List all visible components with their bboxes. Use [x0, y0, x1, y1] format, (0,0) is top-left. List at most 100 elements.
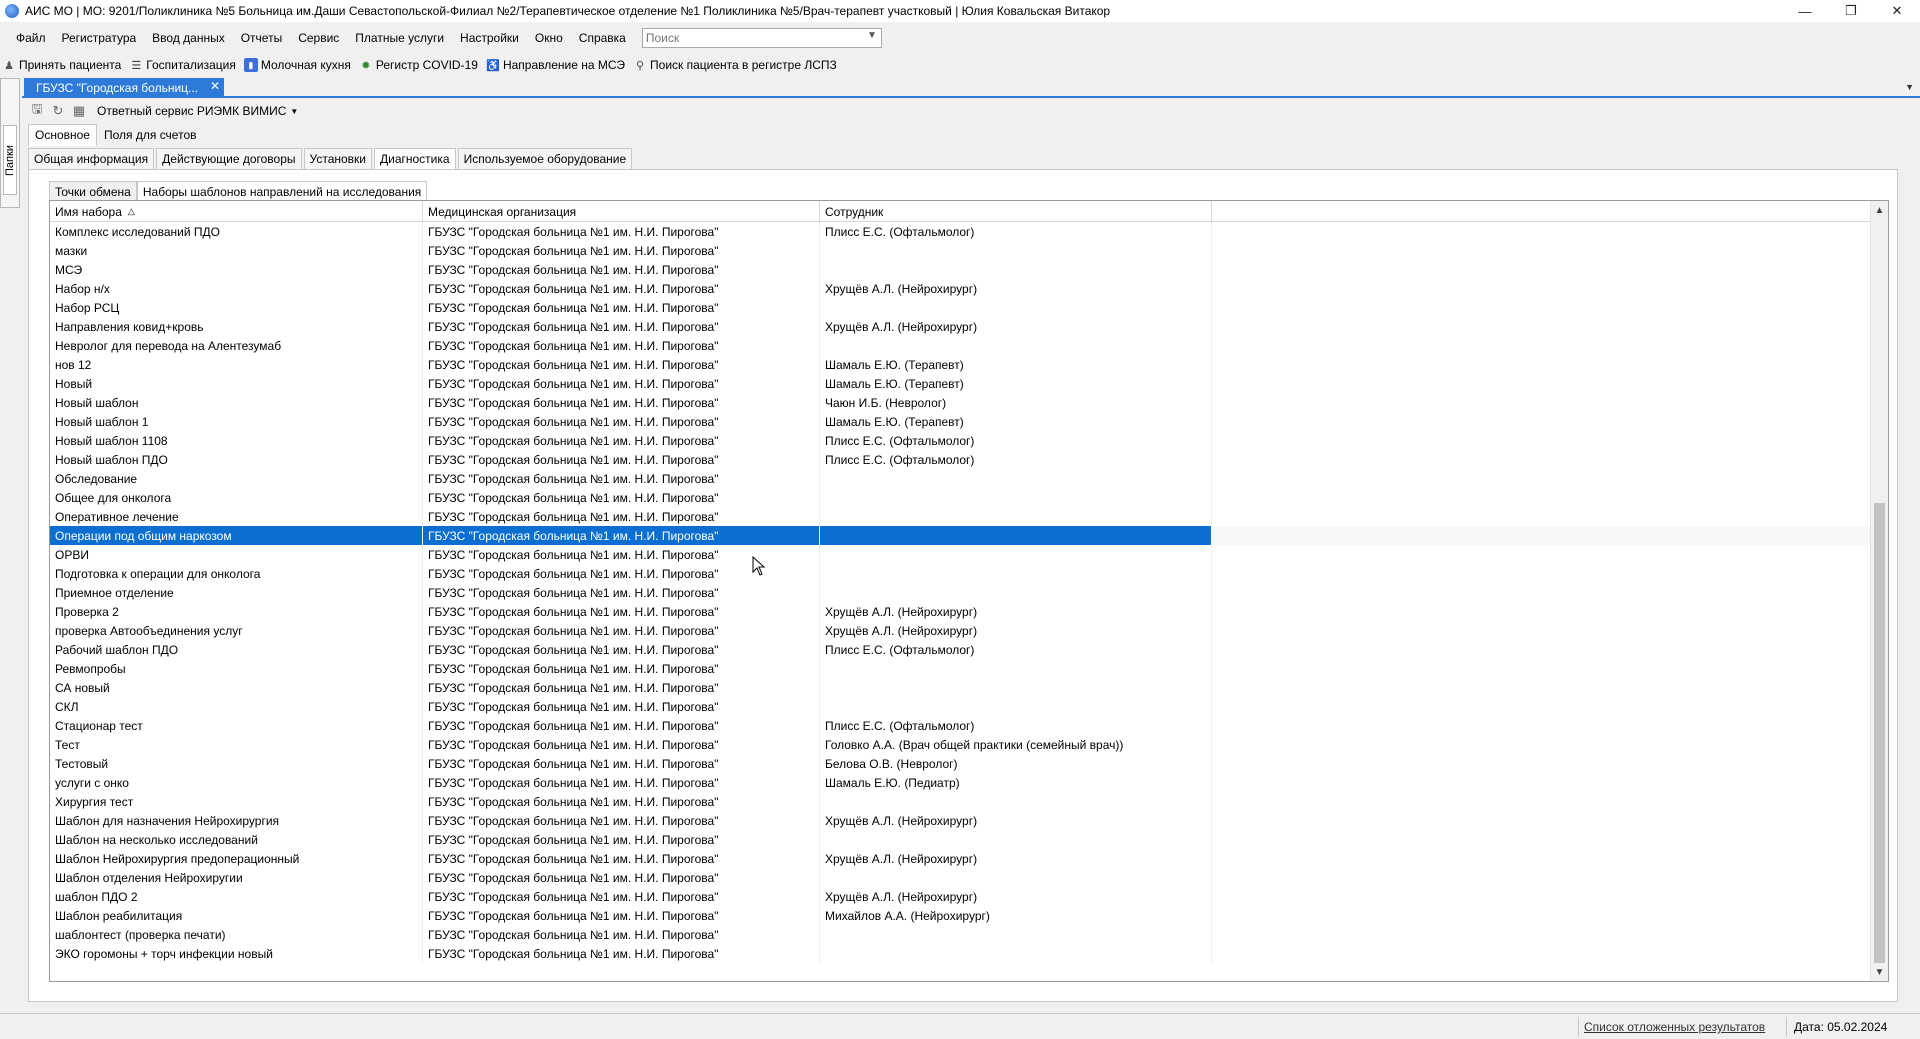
table-row[interactable]: Новый шаблон ПДО ГБУЗС "Городская больниц…	[50, 450, 1870, 469]
table-row[interactable]: нов 12 ГБУЗС "Городская больница №1 им. Н…	[50, 355, 1870, 374]
menu-data-entry[interactable]: Ввод данных	[144, 31, 233, 45]
tab-active-contracts[interactable]: Действующие договоры	[156, 148, 302, 169]
table-row[interactable]: мазки ГБУЗС "Городская больница №1 им. Н.…	[50, 241, 1870, 260]
cell-filler	[1212, 355, 1870, 374]
tab-main[interactable]: Основное	[28, 124, 97, 146]
hospitalization-label: Госпитализация	[146, 58, 236, 72]
table-row[interactable]: услуги с онко ГБУЗС "Городская больница №…	[50, 773, 1870, 792]
cell-organization: ГБУЗС "Городская больница №1 им. Н.И. Пи…	[423, 773, 820, 792]
cell-employee	[820, 830, 1212, 849]
service-dropdown[interactable]: Ответный сервис РИЭМК ВИМИС ▼	[97, 104, 298, 118]
tab-installations[interactable]: Установки	[303, 148, 372, 169]
cell-filler	[1212, 488, 1870, 507]
search-input[interactable]	[642, 29, 853, 47]
table-row[interactable]: Набор РСЦ ГБУЗС "Городская больница №1 им…	[50, 298, 1870, 317]
search-combobox[interactable]: ▼	[641, 28, 882, 48]
scroll-down-icon[interactable]: ▼	[1871, 963, 1888, 981]
deferred-results-link[interactable]: Список отложенных результатов	[1584, 1020, 1765, 1034]
table-row[interactable]: Новый шаблон ГБУЗС "Городская больница №1…	[50, 393, 1870, 412]
cell-employee: Шамаль Е.Ю. (Терапевт)	[820, 374, 1212, 393]
menu-window[interactable]: Окно	[527, 31, 571, 45]
table-row[interactable]: Комплекс исследований ПДО ГБУЗС "Городска…	[50, 222, 1870, 241]
chevron-down-icon[interactable]: ▼	[1905, 82, 1914, 92]
table-row[interactable]: Приемное отделение ГБУЗС "Городская больн…	[50, 583, 1870, 602]
vertical-scrollbar[interactable]: ▲ ▼	[1870, 201, 1888, 981]
table-row[interactable]: Шаблон отделения Нейрохиругии ГБУЗС "Горо…	[50, 868, 1870, 887]
table-row[interactable]: Операции под общим наркозом ГБУЗС "Городс…	[50, 526, 1870, 545]
menu-settings[interactable]: Настройки	[452, 31, 527, 45]
table-row[interactable]: Хирургия тест ГБУЗС "Городская больница №…	[50, 792, 1870, 811]
table-row[interactable]: ОРВИ ГБУЗС "Городская больница №1 им. Н.И…	[50, 545, 1870, 564]
column-header-label: Имя набора	[55, 204, 122, 219]
table-row[interactable]: Стационар тест ГБУЗС "Городская больница …	[50, 716, 1870, 735]
column-header-organization[interactable]: Медицинская организация	[423, 201, 820, 222]
find-patient-lspz-button[interactable]: ⚲ Поиск пациента в регистре ЛСПЗ	[633, 58, 837, 72]
covid-registry-button[interactable]: ✹ Регистр COVID-19	[359, 58, 478, 72]
table-row[interactable]: Новый шаблон 1 ГБУЗС "Городская больница …	[50, 412, 1870, 431]
scroll-up-icon[interactable]: ▲	[1871, 201, 1888, 219]
table-row[interactable]: МСЭ ГБУЗС "Городская больница №1 им. Н.И.…	[50, 260, 1870, 279]
tab-billing-fields[interactable]: Поля для счетов	[97, 124, 204, 146]
refresh-icon[interactable]: ↻	[49, 102, 67, 120]
table-row[interactable]: Невролог для перевода на Алентезумаб ГБУЗ…	[50, 336, 1870, 355]
menu-file[interactable]: Файл	[8, 31, 54, 45]
scrollbar-thumb[interactable]	[1874, 503, 1885, 963]
table-row[interactable]: Шаблон реабилитация ГБУЗС "Городская боль…	[50, 906, 1870, 925]
table-row[interactable]: Шаблон Нейрохирургия предоперационный ГБУ…	[50, 849, 1870, 868]
template-sets-grid[interactable]: Имя набора △ Медицинская организация Сот…	[49, 200, 1889, 982]
table-row[interactable]: Рабочий шаблон ПДО ГБУЗС "Городская больн…	[50, 640, 1870, 659]
maximize-button[interactable]: ❐	[1828, 0, 1874, 22]
cell-set-name: Шаблон Нейрохирургия предоперационный	[50, 849, 423, 868]
table-row[interactable]: Тест ГБУЗС "Городская больница №1 им. Н.И…	[50, 735, 1870, 754]
chevron-down-icon[interactable]: ▼	[867, 30, 877, 41]
table-row[interactable]: СА новый ГБУЗС "Городская больница №1 им.…	[50, 678, 1870, 697]
virus-icon: ✹	[361, 59, 371, 72]
column-header-employee[interactable]: Сотрудник	[820, 201, 1212, 222]
table-row[interactable]: Новый ГБУЗС "Городская больница №1 им. Н.…	[50, 374, 1870, 393]
table-row[interactable]: Обследование ГБУЗС "Городская больница №1…	[50, 469, 1870, 488]
tab-diagnostics[interactable]: Диагностика	[374, 148, 456, 176]
menu-paid-services[interactable]: Платные услуги	[347, 31, 452, 45]
close-icon[interactable]: ✕	[210, 79, 220, 93]
mse-referral-button[interactable]: ♿ Направление на МСЭ	[486, 58, 625, 72]
table-row[interactable]: ЭКО горомоны + торч инфекции новый ГБУЗС …	[50, 944, 1870, 963]
minimize-button[interactable]: —	[1782, 0, 1828, 22]
tab-exchange-points[interactable]: Точки обмена	[49, 181, 137, 202]
table-row[interactable]: Направления ковид+кровь ГБУЗС "Городская …	[50, 317, 1870, 336]
menu-registry[interactable]: Регистратура	[54, 31, 145, 45]
table-row[interactable]: Новый шаблон 1108 ГБУЗС "Городская больни…	[50, 431, 1870, 450]
table-row[interactable]: Шаблон для назначения Нейрохирургия ГБУЗС…	[50, 811, 1870, 830]
menu-reports[interactable]: Отчеты	[233, 31, 290, 45]
table-row[interactable]: Общее для онколога ГБУЗС "Городская больн…	[50, 488, 1870, 507]
table-row[interactable]: проверка Автообъединения услуг ГБУЗС "Гор…	[50, 621, 1870, 640]
table-row[interactable]: Тестовый ГБУЗС "Городская больница №1 им.…	[50, 754, 1870, 773]
milk-kitchen-button[interactable]: ▮ Молочная кухня	[243, 58, 351, 72]
table-row[interactable]: Проверка 2 ГБУЗС "Городская больница №1 и…	[50, 602, 1870, 621]
column-header-set-name[interactable]: Имя набора △	[50, 201, 423, 222]
cell-set-name: Подготовка к операции для онколога	[50, 564, 423, 583]
status-separator	[1578, 1017, 1579, 1037]
wheelchair-icon: ♿	[486, 59, 500, 72]
folders-tab[interactable]: Папки	[3, 125, 17, 195]
table-row[interactable]: шаблонтест (проверка печати) ГБУЗС "Город…	[50, 925, 1870, 944]
accept-patient-button[interactable]: ♟ Принять пациента	[2, 58, 121, 72]
table-row[interactable]: Ревмопробы ГБУЗС "Городская больница №1 и…	[50, 659, 1870, 678]
close-window-button[interactable]: ✕	[1874, 0, 1920, 22]
table-row[interactable]: Шаблон на несколько исследований ГБУЗС "Г…	[50, 830, 1870, 849]
table-row[interactable]: шаблон ПДО 2 ГБУЗС "Городская больница №1…	[50, 887, 1870, 906]
menu-service[interactable]: Сервис	[290, 31, 347, 45]
hospitalization-button[interactable]: ☰ Госпитализация	[129, 58, 236, 72]
cell-employee	[820, 583, 1212, 602]
document-tab[interactable]: ГБУЗС "Городская больниц... ✕	[24, 78, 224, 97]
menu-help[interactable]: Справка	[571, 31, 634, 45]
settings-grid-icon[interactable]: ▦	[70, 102, 88, 120]
save-icon[interactable]: 🖫	[28, 101, 46, 120]
tab-referral-template-sets[interactable]: Наборы шаблонов направлений на исследова…	[136, 181, 428, 209]
tab-equipment[interactable]: Используемое оборудование	[457, 148, 633, 169]
table-row[interactable]: Подготовка к операции для онколога ГБУЗС …	[50, 564, 1870, 583]
tab-general-info[interactable]: Общая информация	[28, 148, 155, 169]
table-row[interactable]: Оперативное лечение ГБУЗС "Городская боль…	[50, 507, 1870, 526]
cell-set-name: Новый шаблон ПДО	[50, 450, 423, 469]
table-row[interactable]: Набор н/х ГБУЗС "Городская больница №1 им…	[50, 279, 1870, 298]
table-row[interactable]: СКЛ ГБУЗС "Городская больница №1 им. Н.И.…	[50, 697, 1870, 716]
